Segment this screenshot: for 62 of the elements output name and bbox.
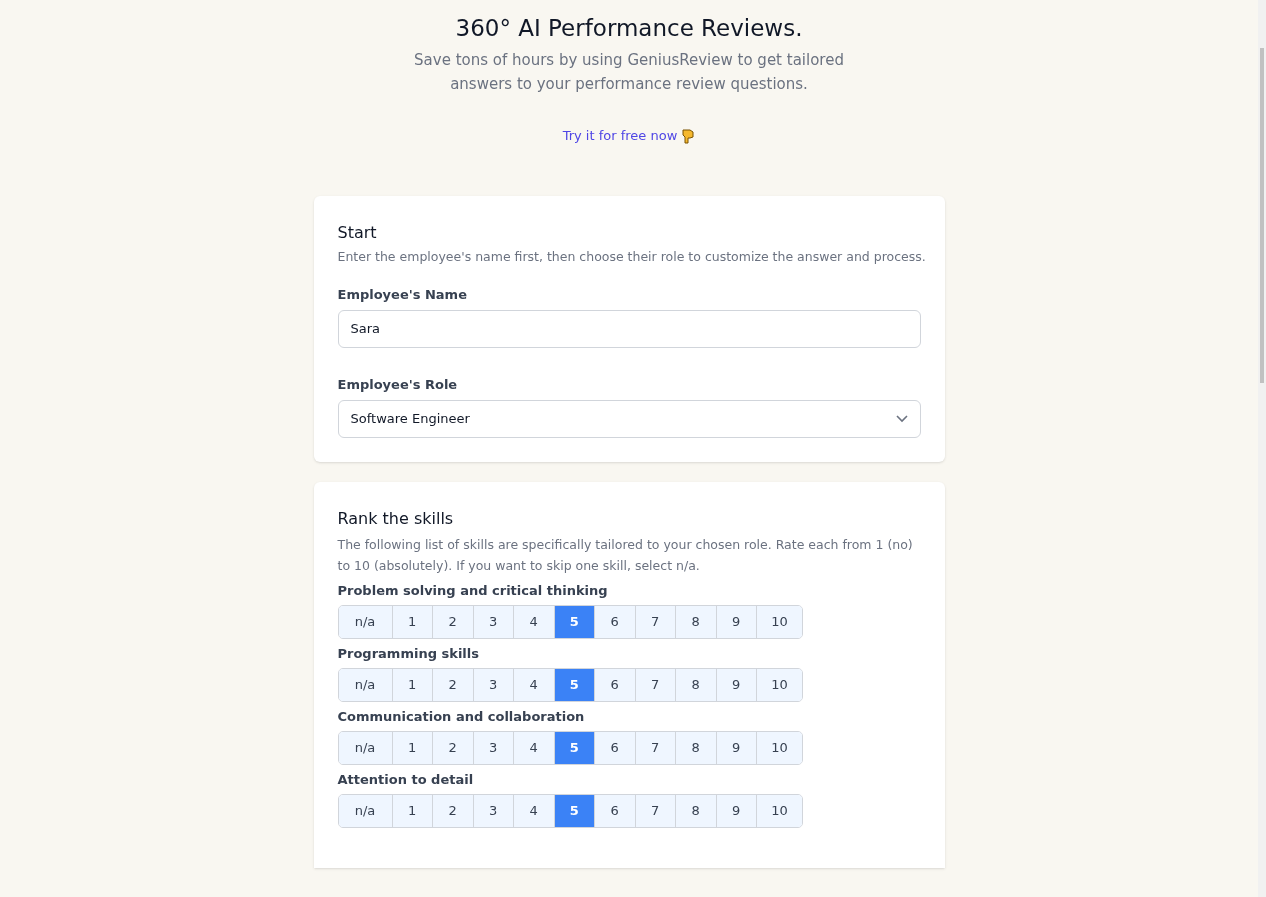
rating-option[interactable]: 4 bbox=[513, 794, 554, 827]
rating-option[interactable]: 8 bbox=[675, 731, 716, 764]
rating-option[interactable]: 4 bbox=[513, 605, 554, 638]
rating-option[interactable]: 8 bbox=[675, 605, 716, 638]
rating-option[interactable]: n/a bbox=[338, 731, 392, 764]
rating-option[interactable]: n/a bbox=[338, 668, 392, 701]
rating-option[interactable]: 7 bbox=[634, 605, 675, 638]
section-description: The following list of skills are specifically tailored to your chosen role. Rate each from 1 (no) to 10 (absolutely). If you want to skip one skill, select n/a. bbox=[337, 535, 914, 575]
rating-option[interactable]: 5 bbox=[553, 605, 594, 638]
rating-option[interactable]: 2 bbox=[432, 605, 473, 638]
skill-label: Communication and collaboration bbox=[337, 707, 586, 726]
skill-label: Programming skills bbox=[337, 644, 480, 663]
chevron-down-icon bbox=[895, 414, 908, 423]
rating-option[interactable]: n/a bbox=[338, 794, 392, 827]
try-free-link[interactable]: Try it for free now bbox=[562, 126, 678, 146]
skill-label: Problem solving and critical thinking bbox=[337, 581, 609, 600]
rating-option[interactable]: 3 bbox=[472, 668, 513, 701]
role-select[interactable]: Software Engineer bbox=[337, 399, 921, 438]
rating-option[interactable]: 9 bbox=[715, 668, 756, 701]
name-input-field[interactable]: Sara bbox=[337, 309, 921, 348]
rating-option[interactable]: 1 bbox=[391, 794, 432, 827]
rating-option[interactable]: 10 bbox=[756, 605, 802, 638]
rating-option[interactable]: 7 bbox=[634, 794, 675, 827]
scrollbar-thumb[interactable] bbox=[1260, 48, 1264, 383]
rating-option[interactable]: 4 bbox=[513, 668, 554, 701]
rating-option[interactable]: 6 bbox=[594, 731, 635, 764]
field-label: Employee's Role bbox=[337, 375, 459, 394]
rating-option[interactable]: 1 bbox=[391, 731, 432, 764]
rating-option[interactable]: 7 bbox=[634, 668, 675, 701]
rating-option[interactable]: 5 bbox=[553, 731, 594, 764]
rating-option[interactable]: 6 bbox=[594, 668, 635, 701]
section-title: Start bbox=[337, 221, 378, 244]
rating-option[interactable]: 8 bbox=[675, 668, 716, 701]
rating-option[interactable]: 2 bbox=[432, 794, 473, 827]
rating-option[interactable]: 9 bbox=[715, 605, 756, 638]
pointing-hand-icon bbox=[681, 127, 696, 144]
rating-option[interactable]: 3 bbox=[472, 794, 513, 827]
rating-option[interactable]: 8 bbox=[675, 794, 716, 827]
rating-option[interactable]: 10 bbox=[756, 731, 802, 764]
rating-option[interactable]: 1 bbox=[391, 605, 432, 638]
rating-option[interactable]: 5 bbox=[553, 668, 594, 701]
section-title: Rank the skills bbox=[337, 507, 455, 530]
rating-option[interactable]: 7 bbox=[634, 731, 675, 764]
rating-option[interactable]: 4 bbox=[513, 731, 554, 764]
rating-option[interactable]: 1 bbox=[391, 668, 432, 701]
rating-option[interactable]: n/a bbox=[338, 605, 392, 638]
rating-option[interactable]: 2 bbox=[432, 731, 473, 764]
field-label: Employee's Name bbox=[337, 285, 468, 304]
rating-option[interactable]: 5 bbox=[553, 794, 594, 827]
rating-option[interactable]: 9 bbox=[715, 794, 756, 827]
rating-option[interactable]: 3 bbox=[472, 605, 513, 638]
skill-label: Attention to detail bbox=[337, 770, 475, 789]
rating-option[interactable]: 6 bbox=[594, 794, 635, 827]
rating-option[interactable]: 6 bbox=[594, 605, 635, 638]
rating-option[interactable]: 3 bbox=[472, 731, 513, 764]
rating-option[interactable]: 2 bbox=[432, 668, 473, 701]
page-title: 360° AI Performance Reviews. bbox=[455, 14, 803, 43]
rating-option[interactable]: 10 bbox=[756, 794, 802, 827]
page-subtitle: Save tons of hours by using GeniusReview to get tailored answers to your performance review questions. bbox=[413, 50, 845, 95]
rating-option[interactable]: 9 bbox=[715, 731, 756, 764]
rating-option[interactable]: 10 bbox=[756, 668, 802, 701]
scrollbar[interactable] bbox=[1258, 0, 1266, 897]
